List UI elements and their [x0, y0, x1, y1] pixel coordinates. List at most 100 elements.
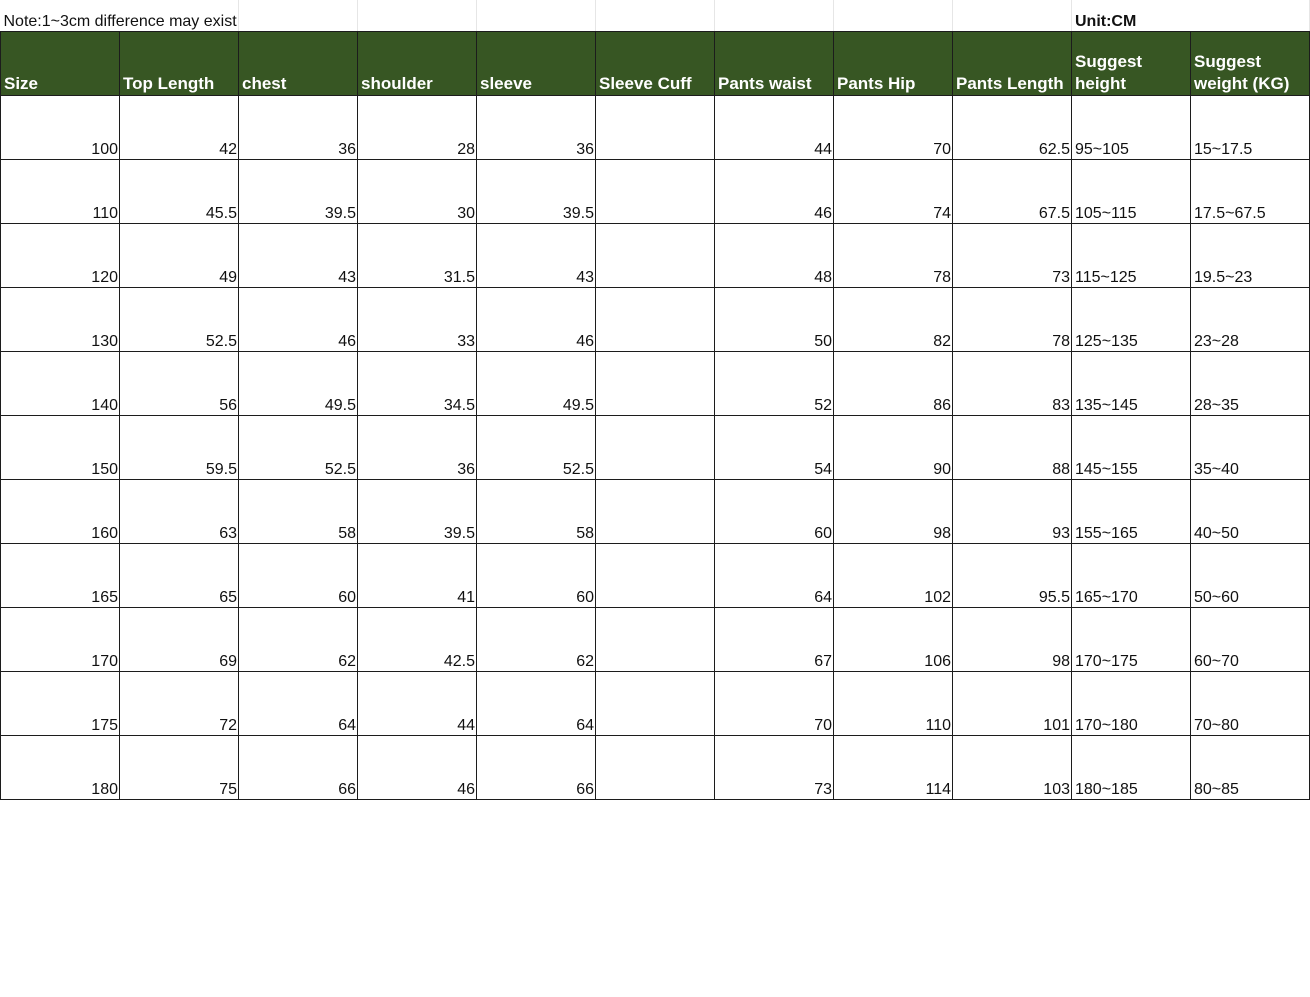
cell-shoulder: 30	[357, 159, 477, 224]
cell-pants-length: 73	[952, 223, 1072, 288]
cell-pants-length: 103	[952, 735, 1072, 800]
cell-pants-hip: 102	[833, 543, 953, 608]
blank-cell	[357, 0, 477, 32]
cell-pants-waist: 46	[714, 159, 834, 224]
cell-suggest-weight: 50~60	[1190, 543, 1310, 608]
note-text: Note:1~3cm difference may exist.	[0, 0, 239, 32]
cell-size: 175	[0, 671, 120, 736]
cell-top-length: 63	[119, 479, 239, 544]
table-row: 130 52.5 46 33 46 50 82 78 125~135 23~28	[0, 287, 1310, 352]
cell-pants-length: 98	[952, 607, 1072, 672]
cell-size: 150	[0, 415, 120, 480]
column-header-pants-waist: Pants waist	[714, 31, 834, 96]
cell-pants-length: 101	[952, 671, 1072, 736]
blank-cell	[238, 0, 358, 32]
cell-suggest-height: 180~185	[1071, 735, 1191, 800]
table-row: 165 65 60 41 60 64 102 95.5 165~170 50~60	[0, 543, 1310, 608]
cell-sleeve-cuff	[595, 607, 715, 672]
cell-sleeve-cuff	[595, 543, 715, 608]
cell-size: 140	[0, 351, 120, 416]
cell-chest: 66	[238, 735, 358, 800]
blank-cell	[952, 0, 1072, 32]
cell-suggest-height: 105~115	[1071, 159, 1191, 224]
cell-pants-length: 83	[952, 351, 1072, 416]
cell-sleeve: 39.5	[476, 159, 596, 224]
cell-suggest-weight: 40~50	[1190, 479, 1310, 544]
column-header-sleeve-cuff: Sleeve Cuff	[595, 31, 715, 96]
cell-pants-waist: 50	[714, 287, 834, 352]
cell-chest: 52.5	[238, 415, 358, 480]
column-header-chest: chest	[238, 31, 358, 96]
column-header-sleeve: sleeve	[476, 31, 596, 96]
cell-sleeve: 58	[476, 479, 596, 544]
cell-size: 110	[0, 159, 120, 224]
cell-shoulder: 28	[357, 95, 477, 160]
cell-chest: 36	[238, 95, 358, 160]
cell-chest: 58	[238, 479, 358, 544]
cell-sleeve-cuff	[595, 735, 715, 800]
cell-suggest-height: 155~165	[1071, 479, 1191, 544]
unit-label: Unit:CM	[1071, 0, 1310, 32]
table-row: 100 42 36 28 36 44 70 62.5 95~105 15~17.5	[0, 95, 1310, 160]
cell-shoulder: 42.5	[357, 607, 477, 672]
cell-size: 165	[0, 543, 120, 608]
cell-pants-waist: 70	[714, 671, 834, 736]
cell-top-length: 59.5	[119, 415, 239, 480]
cell-pants-hip: 106	[833, 607, 953, 672]
cell-shoulder: 34.5	[357, 351, 477, 416]
cell-chest: 49.5	[238, 351, 358, 416]
cell-shoulder: 33	[357, 287, 477, 352]
cell-pants-length: 88	[952, 415, 1072, 480]
cell-shoulder: 44	[357, 671, 477, 736]
size-chart-sheet: Note:1~3cm difference may exist. Unit:CM…	[0, 0, 1310, 800]
cell-sleeve: 64	[476, 671, 596, 736]
cell-shoulder: 46	[357, 735, 477, 800]
column-header-shoulder: shoulder	[357, 31, 477, 96]
column-header-pants-hip: Pants Hip	[833, 31, 953, 96]
cell-size: 130	[0, 287, 120, 352]
cell-top-length: 69	[119, 607, 239, 672]
cell-sleeve: 36	[476, 95, 596, 160]
cell-suggest-weight: 23~28	[1190, 287, 1310, 352]
cell-pants-length: 95.5	[952, 543, 1072, 608]
cell-pants-hip: 110	[833, 671, 953, 736]
cell-sleeve-cuff	[595, 671, 715, 736]
blank-cell	[476, 0, 596, 32]
cell-size: 180	[0, 735, 120, 800]
cell-sleeve-cuff	[595, 351, 715, 416]
cell-pants-hip: 98	[833, 479, 953, 544]
table-row: 175 72 64 44 64 70 110 101 170~180 70~80	[0, 671, 1310, 736]
table-row: 110 45.5 39.5 30 39.5 46 74 67.5 105~115 17.5~67.…	[0, 159, 1310, 224]
cell-suggest-weight: 60~70	[1190, 607, 1310, 672]
cell-chest: 43	[238, 223, 358, 288]
cell-top-length: 75	[119, 735, 239, 800]
cell-pants-hip: 78	[833, 223, 953, 288]
cell-suggest-weight: 80~85	[1190, 735, 1310, 800]
cell-size: 120	[0, 223, 120, 288]
cell-pants-hip: 114	[833, 735, 953, 800]
cell-suggest-weight: 28~35	[1190, 351, 1310, 416]
cell-sleeve: 66	[476, 735, 596, 800]
cell-suggest-height: 115~125	[1071, 223, 1191, 288]
cell-pants-waist: 60	[714, 479, 834, 544]
cell-chest: 62	[238, 607, 358, 672]
column-header-size: Size	[0, 31, 120, 96]
cell-chest: 60	[238, 543, 358, 608]
cell-suggest-weight: 15~17.5	[1190, 95, 1310, 160]
cell-top-length: 49	[119, 223, 239, 288]
cell-sleeve-cuff	[595, 287, 715, 352]
cell-sleeve: 52.5	[476, 415, 596, 480]
cell-suggest-weight: 35~40	[1190, 415, 1310, 480]
blank-cell	[714, 0, 834, 32]
cell-top-length: 45.5	[119, 159, 239, 224]
cell-shoulder: 36	[357, 415, 477, 480]
cell-chest: 64	[238, 671, 358, 736]
cell-chest: 39.5	[238, 159, 358, 224]
cell-pants-length: 67.5	[952, 159, 1072, 224]
column-header-suggest-weight: Suggest weight (KG)	[1190, 31, 1310, 96]
cell-size: 160	[0, 479, 120, 544]
column-header-row: Size Top Length chest shoulder sleeve Sleeve …	[0, 31, 1310, 96]
cell-pants-hip: 86	[833, 351, 953, 416]
cell-pants-length: 93	[952, 479, 1072, 544]
cell-sleeve-cuff	[595, 159, 715, 224]
